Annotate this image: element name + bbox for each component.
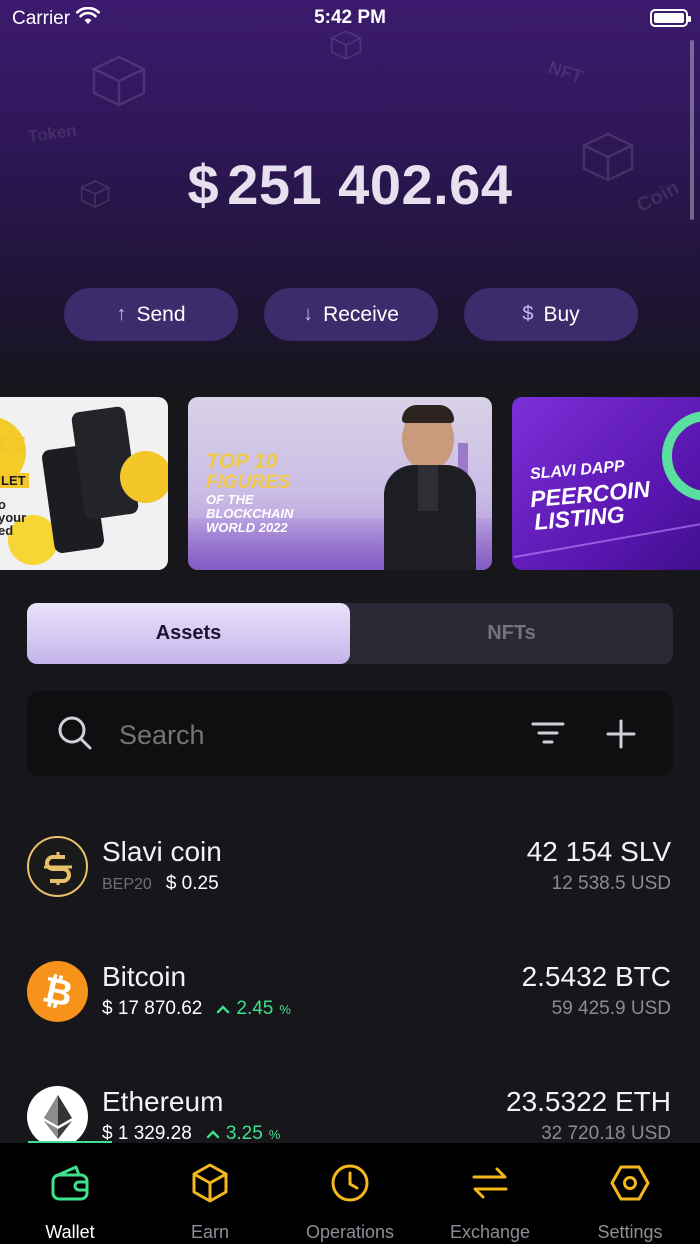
tab-label: Settings <box>597 1222 663 1242</box>
receive-label: Receive <box>323 302 399 326</box>
send-label: Send <box>136 302 186 326</box>
price-change: 2.45% <box>216 998 291 1020</box>
receive-button[interactable]: ↓ Receive <box>264 288 438 341</box>
tab-nfts[interactable]: NFTs <box>350 603 673 664</box>
search-icon <box>57 715 93 756</box>
add-token-icon[interactable] <box>605 718 637 755</box>
tab-operations[interactable]: Operations <box>280 1143 420 1244</box>
arrow-down-icon: ↓ <box>303 303 314 325</box>
asset-usd-value: 12 538.5 USD <box>551 873 671 894</box>
banner-text: BLOCKCHAIN <box>206 506 294 521</box>
bitcoin-icon: ₿ <box>27 961 88 1022</box>
asset-name: Slavi coin <box>102 836 222 867</box>
asset-row-slavi[interactable]: Slavi coin BEP20 $ 0.25 42 154 SLV 12 53… <box>0 800 700 900</box>
promo-banner-top10[interactable]: TOP 10 FIGURES OF THE BLOCKCHAIN WORLD 2… <box>188 397 492 570</box>
asset-meta: $ 1 329.28 3.25% <box>102 1123 280 1142</box>
search-bar <box>27 691 673 776</box>
tab-label: Earn <box>190 1222 230 1242</box>
banner-text: TOP 10 <box>206 450 278 473</box>
trend-up-icon <box>206 1130 220 1139</box>
tab-wallet[interactable]: Wallet <box>0 1143 140 1244</box>
person-photo <box>384 405 476 570</box>
wallet-actions: ↑ Send ↓ Receive $ Buy <box>64 288 638 341</box>
asset-price: $ 17 870.62 <box>102 998 203 1019</box>
banner-text: LET <box>0 473 29 488</box>
asset-meta: $ 17 870.62 2.45% <box>102 998 291 1020</box>
asset-network: BEP20 <box>102 876 152 893</box>
banner-text: WORLD 2022 <box>206 520 288 535</box>
asset-meta: BEP20 $ 0.25 <box>102 873 219 895</box>
tab-assets[interactable]: Assets <box>27 603 350 664</box>
tab-earn[interactable]: Earn <box>140 1143 280 1244</box>
swap-arrows-icon <box>471 1163 509 1203</box>
total-balance: $251 402.64 <box>0 152 700 217</box>
asset-row-ethereum[interactable]: Ethereum $ 1 329.28 3.25% 23.5322 ETH 32… <box>0 1050 700 1142</box>
promo-carousel[interactable]: CE LET o your ed TOP 10 FIGURES OF THE B… <box>0 397 700 570</box>
trend-up-icon <box>217 1005 230 1014</box>
clock: 5:42 PM <box>314 7 386 28</box>
asset-usd-value: 59 425.9 USD <box>551 998 671 1019</box>
asset-usd-value: 32 720.18 USD <box>541 1123 671 1142</box>
dollar-icon: $ <box>522 303 534 325</box>
asset-price: $ 0.25 <box>165 873 219 894</box>
asset-amount: 23.5322 ETH <box>506 1086 671 1117</box>
banner-text: OF THE <box>206 492 254 507</box>
promo-banner-peercoin[interactable]: SLAVI DAPP PEERCOIN LISTING <box>512 397 700 570</box>
price-change-value: 3.25 <box>225 1123 263 1142</box>
send-button[interactable]: ↑ Send <box>64 288 238 341</box>
bottom-tab-bar: Wallet Earn Operations Exchange Settings <box>0 1143 700 1244</box>
promo-banner-wallet[interactable]: CE LET o your ed <box>0 397 168 570</box>
cube-icon <box>191 1163 229 1203</box>
cube-decor-icon <box>92 55 146 107</box>
banner-text: LISTING <box>532 501 626 535</box>
asset-row-bitcoin[interactable]: ₿ Bitcoin $ 17 870.62 2.45% 2.5432 BTC 5… <box>0 925 700 1025</box>
search-input[interactable] <box>119 720 499 751</box>
arrow-up-icon: ↑ <box>116 303 127 325</box>
tab-label: Operations <box>305 1222 395 1242</box>
buy-button[interactable]: $ Buy <box>464 288 638 341</box>
wallet-icon <box>50 1163 90 1203</box>
banner-text: ed <box>0 523 14 538</box>
assets-nfts-switch: Assets NFTs <box>27 603 673 664</box>
asset-list: Slavi coin BEP20 $ 0.25 42 154 SLV 12 53… <box>0 800 700 1142</box>
asset-amount: 42 154 SLV <box>526 836 671 867</box>
percent-sign: % <box>279 1002 291 1017</box>
percent-sign: % <box>268 1127 281 1142</box>
asset-amount: 2.5432 BTC <box>521 961 671 992</box>
clock-icon <box>330 1163 370 1203</box>
banner-text: FIGURES <box>206 472 291 493</box>
ethereum-icon <box>27 1086 88 1142</box>
banner-text: CE <box>0 434 26 456</box>
buy-label: Buy <box>543 302 580 326</box>
tab-settings[interactable]: Settings <box>560 1143 700 1244</box>
asset-name: Bitcoin <box>102 961 187 992</box>
tab-exchange[interactable]: Exchange <box>420 1143 560 1244</box>
nft-decor-text: NFT <box>545 57 586 87</box>
price-change: 3.25% <box>206 1123 281 1142</box>
hexagon-settings-icon <box>610 1163 650 1203</box>
price-change-value: 2.45 <box>236 998 274 1019</box>
balance-currency: $ <box>187 153 220 216</box>
token-decor-text: Token <box>26 120 78 147</box>
tab-label: Wallet <box>45 1222 95 1242</box>
slavi-coin-icon <box>27 836 88 897</box>
battery-icon <box>650 9 691 27</box>
asset-price: $ 1 329.28 <box>102 1123 192 1142</box>
asset-name: Ethereum <box>102 1086 224 1117</box>
balance-value: 251 402.64 <box>227 153 513 216</box>
tab-label: Exchange <box>449 1222 531 1242</box>
status-bar: Carrier 5:42 PM <box>0 0 700 36</box>
filter-icon[interactable] <box>531 719 565 752</box>
